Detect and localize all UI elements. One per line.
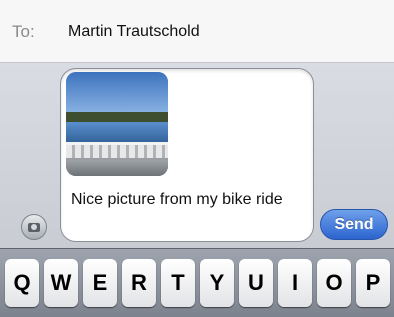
recipient-name[interactable]: Martin Trautschold — [68, 23, 200, 41]
photo-attachment[interactable] — [66, 72, 168, 176]
send-button[interactable]: Send — [320, 209, 388, 240]
photo-ground — [66, 160, 168, 176]
key-q[interactable]: Q — [5, 259, 39, 307]
messages-compose-screen: To: Martin Trautschold Nice picture from… — [0, 0, 394, 317]
recipient-bar[interactable]: To: Martin Trautschold — [0, 0, 394, 63]
key-i[interactable]: I — [278, 259, 312, 307]
key-o[interactable]: O — [317, 259, 351, 307]
key-e[interactable]: E — [83, 259, 117, 307]
photo-treeline — [66, 112, 168, 122]
key-p[interactable]: P — [356, 259, 390, 307]
to-label: To: — [12, 22, 35, 41]
key-r[interactable]: R — [122, 259, 156, 307]
key-y[interactable]: Y — [200, 259, 234, 307]
key-u[interactable]: U — [239, 259, 273, 307]
photo-railing — [66, 142, 168, 160]
compose-area: Nice picture from my bike ride Send — [0, 63, 394, 248]
camera-icon[interactable] — [21, 214, 47, 240]
photo-water — [66, 122, 168, 144]
keyboard: Q W E R T Y U I O P — [0, 248, 394, 317]
message-text: Nice picture from my bike ride — [71, 191, 283, 208]
key-w[interactable]: W — [44, 259, 78, 307]
key-t[interactable]: T — [161, 259, 195, 307]
message-input[interactable]: Nice picture from my bike ride — [60, 68, 314, 242]
photo-sky — [66, 72, 168, 117]
